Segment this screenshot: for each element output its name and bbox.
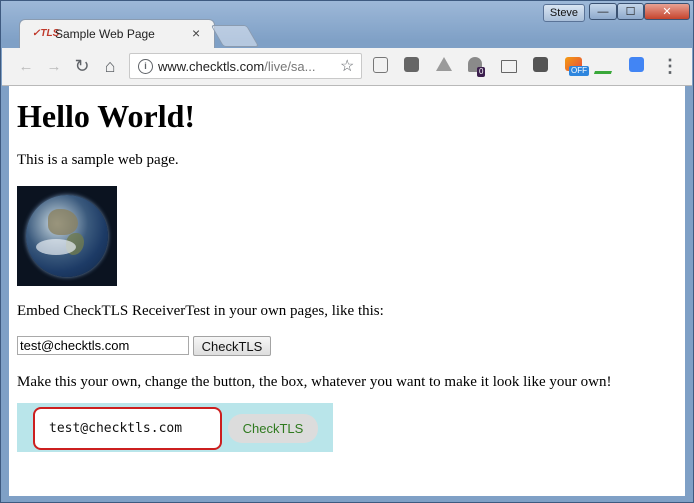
- back-icon[interactable]: ←: [16, 56, 36, 76]
- spellcheck-icon[interactable]: [593, 57, 618, 74]
- maximize-button[interactable]: ☐: [617, 3, 644, 20]
- custom-checktls-form: test@checktls.com CheckTLS: [17, 403, 333, 452]
- tab-close-icon[interactable]: ×: [192, 25, 200, 41]
- earth-globe: [26, 195, 108, 277]
- reload-icon[interactable]: ↻: [72, 56, 92, 76]
- ghostery-badge: 0: [477, 67, 486, 77]
- maximize-icon: ☐: [625, 6, 636, 18]
- drive-icon[interactable]: [436, 57, 452, 71]
- image-off-icon[interactable]: OFF: [565, 57, 589, 76]
- page-viewport: Hello World! This is a sample web page. …: [9, 86, 685, 496]
- page-title: Hello World!: [17, 98, 196, 134]
- reader-icon[interactable]: [373, 57, 388, 73]
- embed-text: Embed CheckTLS ReceiverTest in your own …: [17, 303, 384, 319]
- checktls-button[interactable]: CheckTLS: [193, 336, 271, 356]
- cast-icon[interactable]: [501, 60, 517, 73]
- url-host: www.checktls.com: [158, 59, 265, 74]
- tab-title: Sample Web Page: [55, 27, 155, 41]
- intro-text: This is a sample web page.: [17, 152, 179, 168]
- close-window-button[interactable]: ✕: [644, 3, 690, 20]
- url-path: /live/sa...: [264, 59, 316, 74]
- url-text[interactable]: www.checktls.com/live/sa...: [158, 59, 316, 74]
- email-field[interactable]: [17, 336, 189, 355]
- image-off-badge: OFF: [569, 66, 589, 76]
- lightbulb-icon[interactable]: [533, 57, 548, 72]
- translate-icon[interactable]: [629, 57, 644, 72]
- info-icon[interactable]: i: [138, 59, 153, 74]
- earth-cloud: [36, 239, 76, 255]
- title-bar: Steve — ☐ ✕ ✓TLS Sample Web Page ×: [1, 1, 693, 49]
- forward-icon[interactable]: →: [44, 56, 64, 76]
- browser-window: Steve — ☐ ✕ ✓TLS Sample Web Page × ← → ↻…: [0, 0, 694, 503]
- bookmark-star-icon[interactable]: ☆: [340, 56, 354, 76]
- page-content: Hello World! This is a sample web page. …: [17, 86, 677, 452]
- customize-text: Make this your own, change the button, t…: [17, 374, 612, 390]
- browser-toolbar: ← → ↻ ⌂ i www.checktls.com/live/sa... ☆ …: [2, 48, 692, 86]
- custom-email-field[interactable]: test@checktls.com: [33, 407, 222, 450]
- ghostery-icon[interactable]: 0: [468, 57, 486, 77]
- tab-sample-web-page[interactable]: ✓TLS Sample Web Page ×: [19, 19, 215, 49]
- home-icon[interactable]: ⌂: [100, 56, 120, 76]
- earth-image: [17, 186, 117, 286]
- minimize-icon: —: [597, 5, 609, 18]
- custom-checktls-button[interactable]: CheckTLS: [228, 414, 318, 443]
- menu-icon[interactable]: ⋮: [660, 56, 680, 76]
- new-tab-button[interactable]: [210, 25, 260, 47]
- profile-button[interactable]: Steve: [543, 4, 585, 22]
- earth-land: [48, 209, 78, 235]
- minimize-button[interactable]: —: [589, 3, 617, 20]
- address-bar[interactable]: i www.checktls.com/live/sa... ☆: [129, 53, 362, 79]
- pocket-icon[interactable]: [404, 57, 419, 72]
- close-icon: ✕: [662, 6, 672, 18]
